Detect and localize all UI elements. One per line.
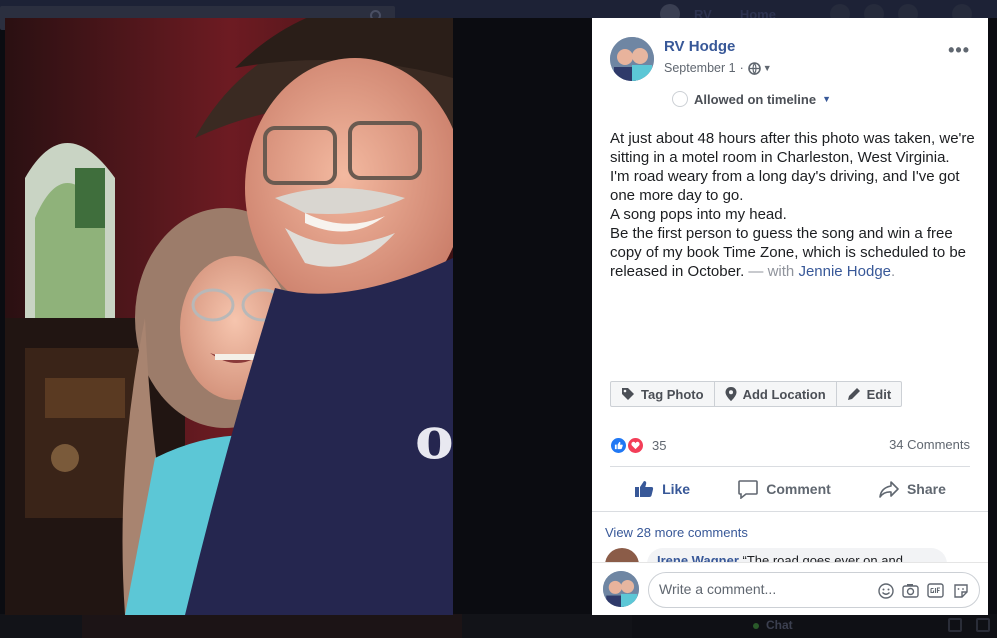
comment-input-icons (877, 582, 969, 599)
love-reaction-icon (627, 437, 644, 454)
tag-photo-button[interactable]: Tag Photo (611, 382, 715, 406)
post-paragraph: I'm road weary from a long day's driving… (610, 168, 960, 204)
post-paragraph-last: Be the first person to guess the song an… (610, 224, 976, 281)
thumbs-up-icon (635, 481, 654, 497)
with-prefix: — with (748, 263, 795, 280)
author-avatar[interactable] (610, 37, 654, 81)
location-pin-icon (725, 387, 737, 401)
tag-photo-label: Tag Photo (641, 386, 704, 402)
photo-image: o (5, 18, 453, 615)
more-options-button[interactable]: ••• (948, 40, 970, 61)
timeline-status[interactable]: Allowed on timeline ▼ (672, 91, 831, 107)
share-button[interactable]: Share (879, 480, 946, 498)
meta-separator: · (739, 61, 744, 75)
chat-bar: Chat (632, 614, 997, 638)
caret-down-icon: ▼ (822, 94, 831, 104)
pencil-icon (847, 388, 860, 400)
post-text: At just about 48 hours after this photo … (610, 129, 976, 281)
svg-text:o: o (415, 404, 453, 472)
share-label: Share (906, 481, 946, 497)
divider (610, 466, 970, 467)
online-dot-icon (753, 623, 759, 629)
post-panel: RV Hodge September 1 · ▼ ••• Allowed on … (592, 18, 988, 615)
post-paragraph: A song pops into my head. (610, 206, 787, 223)
edit-button[interactable]: Edit (837, 382, 902, 406)
view-more-comments-link[interactable]: View 28 more comments (605, 525, 748, 540)
comments-count-link[interactable]: 34 Comments (889, 437, 970, 452)
like-reaction-icon (610, 437, 627, 454)
camera-icon[interactable] (902, 582, 919, 599)
emoji-icon[interactable] (877, 582, 894, 599)
my-avatar[interactable] (603, 571, 639, 607)
post-actions: Like Comment Share (610, 469, 970, 509)
background-feed-strip (0, 614, 632, 638)
post-paragraph: At just about 48 hours after this photo … (610, 130, 975, 166)
audience-chevron-down-icon: ▼ (762, 63, 772, 73)
gif-icon[interactable] (927, 582, 944, 599)
photo-tools-bar: Tag Photo Add Location Edit (610, 381, 903, 407)
comment-composer (592, 562, 988, 615)
post-meta: September 1 · ▼ (664, 61, 772, 75)
comment-input-wrapper (648, 572, 980, 608)
like-button[interactable]: Like (634, 480, 690, 498)
comment-label: Comment (766, 481, 831, 497)
reaction-count: 35 (652, 438, 667, 453)
reactions-summary[interactable]: 35 (610, 437, 666, 454)
divider (592, 511, 988, 512)
sticker-icon[interactable] (952, 582, 969, 599)
tagged-suffix: . (891, 263, 896, 280)
edit-label: Edit (866, 386, 892, 402)
share-arrow-icon (879, 480, 899, 498)
comment-input[interactable] (659, 581, 859, 597)
chat-settings-icon (976, 618, 990, 632)
post-date[interactable]: September 1 (664, 61, 736, 75)
chat-label: Chat (766, 618, 793, 632)
status-circle-icon (672, 91, 688, 107)
tag-icon (622, 388, 634, 400)
like-label: Like (662, 481, 691, 497)
add-location-button[interactable]: Add Location (715, 382, 837, 406)
post-photo[interactable]: o (5, 18, 453, 615)
comment-bubble-icon (738, 479, 759, 499)
comment-button[interactable]: Comment (738, 479, 831, 499)
compose-icon (948, 618, 962, 632)
with-tag: — with Jennie Hodge. (748, 263, 895, 280)
author-name[interactable]: RV Hodge (664, 38, 735, 55)
globe-icon[interactable]: ▼ (747, 61, 772, 75)
add-location-label: Add Location (742, 386, 826, 402)
timeline-status-label: Allowed on timeline (694, 91, 817, 107)
tagged-person-link[interactable]: Jennie Hodge (798, 263, 891, 280)
